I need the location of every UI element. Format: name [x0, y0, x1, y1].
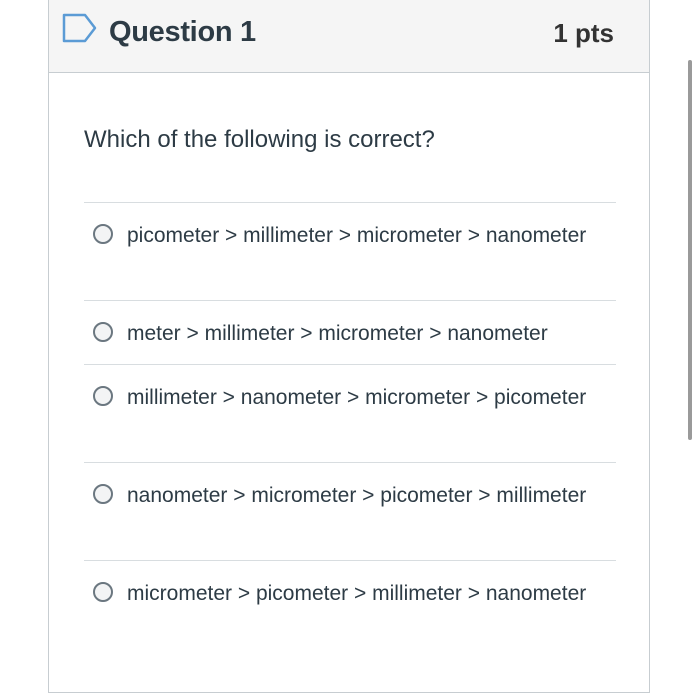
answer-option-1[interactable]: picometer > millimeter > micrometer > na…: [84, 202, 616, 300]
answer-option-4[interactable]: nanometer > micrometer > picometer > mil…: [84, 462, 616, 560]
answer-option-2[interactable]: meter > millimeter > micrometer > nanome…: [84, 300, 616, 364]
question-prompt: Which of the following is correct?: [84, 126, 435, 153]
radio-button[interactable]: [93, 322, 113, 342]
radio-button[interactable]: [93, 386, 113, 406]
answer-list: picometer > millimeter > micrometer > na…: [84, 202, 616, 658]
radio-button[interactable]: [93, 484, 113, 504]
answer-label: meter > millimeter > micrometer > nanome…: [127, 322, 548, 345]
radio-button[interactable]: [93, 582, 113, 602]
answer-option-5[interactable]: micrometer > picometer > millimeter > na…: [84, 560, 616, 658]
answer-label: nanometer > micrometer > picometer > mil…: [127, 484, 587, 507]
question-header: Question 1 1 pts: [49, 0, 649, 73]
question-card: Question 1 1 pts Which of the following …: [48, 0, 650, 693]
radio-button[interactable]: [93, 224, 113, 244]
answer-label: picometer > millimeter > micrometer > na…: [127, 224, 587, 247]
question-points: 1 pts: [553, 18, 614, 48]
answer-option-3[interactable]: millimeter > nanometer > micrometer > pi…: [84, 364, 616, 462]
scrollbar[interactable]: [688, 60, 692, 440]
question-title: Question 1: [109, 16, 256, 48]
answer-label: micrometer > picometer > millimeter > na…: [127, 582, 587, 605]
answer-label: millimeter > nanometer > micrometer > pi…: [127, 386, 587, 409]
flag-icon[interactable]: [62, 12, 98, 44]
